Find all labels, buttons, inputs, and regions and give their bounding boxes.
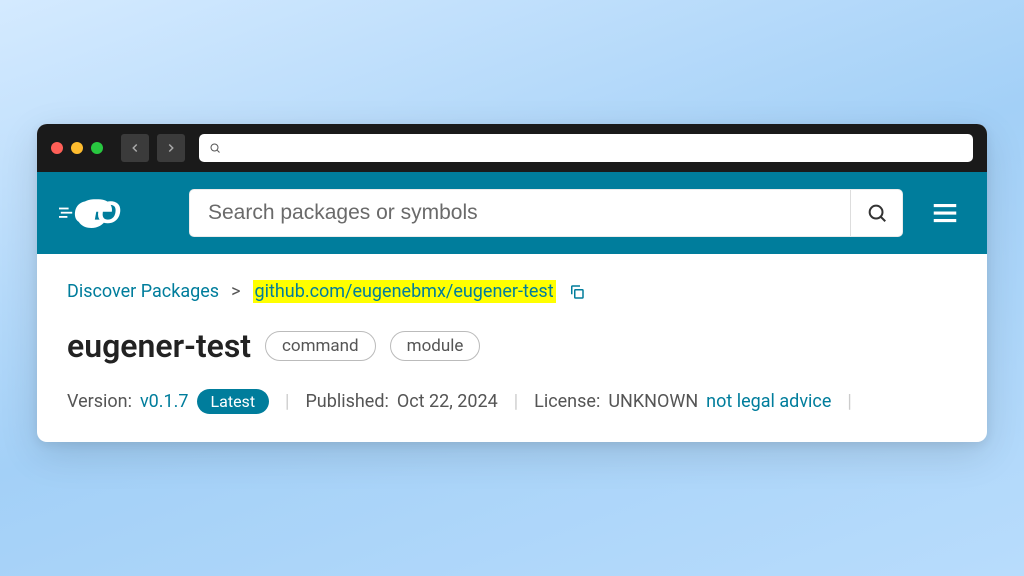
version-link[interactable]: v0.1.7 — [140, 391, 189, 412]
search-icon — [866, 202, 888, 224]
window-minimize-button[interactable] — [71, 142, 83, 154]
license-value: UNKNOWN — [608, 391, 698, 412]
meta-divider: | — [508, 391, 524, 412]
title-row: eugener-test command module — [67, 327, 957, 365]
window-maximize-button[interactable] — [91, 142, 103, 154]
search-container — [189, 189, 903, 237]
published-label: Published: — [305, 391, 388, 412]
package-title: eugener-test — [67, 327, 251, 365]
version-label: Version: — [67, 391, 132, 412]
browser-chrome — [37, 124, 987, 172]
svg-text:GO: GO — [73, 195, 120, 230]
license-item: License: UNKNOWN not legal advice — [534, 391, 831, 412]
copy-path-button[interactable] — [568, 283, 586, 301]
traffic-lights — [51, 142, 103, 154]
latest-badge[interactable]: Latest — [197, 389, 270, 414]
breadcrumb-separator: > — [231, 281, 240, 302]
legal-notice-link[interactable]: not legal advice — [706, 391, 831, 412]
go-logo[interactable]: GO — [59, 192, 167, 234]
site-header: GO — [37, 172, 987, 254]
meta-row: Version: v0.1.7 Latest | Published: Oct … — [67, 389, 957, 414]
meta-divider: | — [841, 391, 857, 412]
published-item: Published: Oct 22, 2024 — [305, 391, 497, 412]
tag-command[interactable]: command — [265, 331, 376, 361]
address-bar[interactable] — [199, 134, 973, 162]
hamburger-menu-button[interactable] — [925, 193, 965, 233]
window-close-button[interactable] — [51, 142, 63, 154]
breadcrumb: Discover Packages > github.com/eugenebmx… — [67, 280, 957, 303]
page-content: Discover Packages > github.com/eugenebmx… — [37, 254, 987, 442]
breadcrumb-root-link[interactable]: Discover Packages — [67, 281, 219, 302]
search-icon — [209, 142, 221, 154]
copy-icon — [568, 283, 586, 301]
tag-module[interactable]: module — [390, 331, 481, 361]
nav-forward-button[interactable] — [157, 134, 185, 162]
version-item: Version: v0.1.7 Latest — [67, 389, 269, 414]
nav-back-button[interactable] — [121, 134, 149, 162]
meta-divider: | — [279, 391, 295, 412]
search-input[interactable] — [190, 190, 850, 236]
breadcrumb-path[interactable]: github.com/eugenebmx/eugener-test — [253, 280, 556, 303]
hamburger-icon — [930, 198, 960, 228]
search-button[interactable] — [850, 190, 902, 236]
published-date: Oct 22, 2024 — [397, 391, 498, 412]
license-label: License: — [534, 391, 600, 412]
browser-window: GO Discover Packages > github.com/eugene… — [37, 124, 987, 442]
